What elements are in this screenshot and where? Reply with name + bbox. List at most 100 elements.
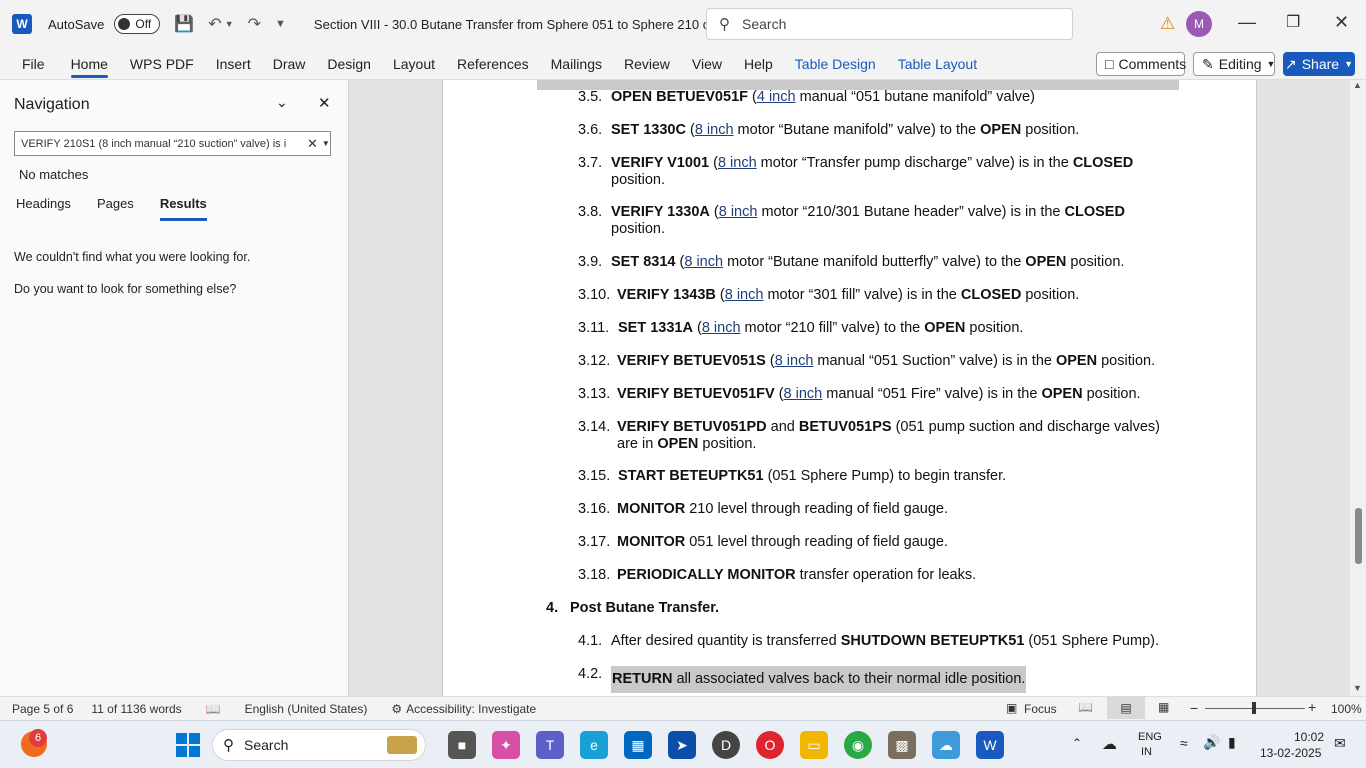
wifi-icon[interactable]: ≈ [1180, 735, 1188, 751]
step-number: 3.13. [578, 386, 611, 402]
step-number: 3.8. [578, 204, 603, 220]
vertical-scrollbar[interactable]: ▲ ▼ [1350, 80, 1366, 696]
warning-icon[interactable]: ⚠ [1160, 14, 1175, 34]
task-view-icon[interactable]: ■ [448, 731, 476, 759]
zoom-level[interactable]: 100% [1331, 702, 1362, 716]
document-title[interactable]: Section VIII - 30.0 Butane Transfer from… [314, 17, 724, 32]
opera-icon[interactable]: O [756, 731, 784, 759]
tab-file[interactable]: File [22, 50, 45, 78]
nav-close-icon[interactable]: ✕ [318, 94, 331, 112]
editing-mode-button[interactable]: ✎ Editing ▼ [1193, 52, 1275, 76]
cloud-app-icon[interactable]: ☁ [932, 731, 960, 759]
file-explorer-icon[interactable]: ▭ [800, 731, 828, 759]
taskbar-search[interactable]: ⚲ Search [212, 729, 426, 761]
tab-layout[interactable]: Layout [393, 50, 435, 78]
nav-tab-pages[interactable]: Pages [97, 196, 134, 217]
avatar[interactable]: M [1186, 11, 1212, 37]
redo-icon[interactable]: ↷ [248, 14, 261, 34]
autosave-toggle[interactable]: Off [114, 14, 161, 34]
notification-bell-icon[interactable]: ✉ [1334, 735, 1346, 752]
undo-dropdown-icon[interactable]: ▼ [225, 19, 234, 29]
focus-icon[interactable]: ▣ [1006, 701, 1017, 715]
tab-insert[interactable]: Insert [216, 50, 251, 78]
step-number: 4.1. [578, 633, 603, 649]
store-icon[interactable]: ▦ [624, 731, 652, 759]
step-number: 3.18. [578, 567, 611, 583]
print-layout-icon[interactable]: ▤ [1107, 697, 1145, 719]
volume-icon[interactable]: 🔊 [1203, 734, 1220, 751]
zoom-out-icon[interactable]: − [1190, 700, 1198, 716]
step-size: 8 inch [774, 353, 814, 369]
tab-help[interactable]: Help [744, 50, 773, 78]
comments-label: Comments [1118, 56, 1187, 72]
nav-options-chevron-icon[interactable]: ⌄ [276, 94, 288, 111]
scroll-down-icon[interactable]: ▼ [1353, 683, 1362, 693]
zoom-slider-thumb[interactable] [1252, 702, 1256, 714]
tab-table-layout[interactable]: Table Layout [898, 50, 977, 78]
clock-date[interactable]: 13-02-2025 [1260, 746, 1321, 760]
comments-button[interactable]: □ Comments [1096, 52, 1187, 76]
input-language-top[interactable]: ENG [1138, 731, 1162, 743]
chrome-icon[interactable]: ◉ [844, 731, 872, 759]
edge-icon[interactable]: e [580, 731, 608, 759]
show-hidden-icons-chevron-icon[interactable]: ⌃ [1072, 736, 1082, 750]
page-count[interactable]: Page 5 of 6 [12, 702, 73, 716]
tab-home[interactable]: Home [70, 50, 109, 78]
copilot-icon[interactable]: ✦ [492, 731, 520, 759]
customize-qat-icon[interactable]: ▼ [275, 18, 286, 30]
step-text: are in [617, 436, 658, 452]
nav-tab-results[interactable]: Results [159, 196, 207, 221]
scroll-up-icon[interactable]: ▲ [1353, 80, 1362, 90]
tab-table-design[interactable]: Table Design [795, 50, 876, 78]
input-language-bottom[interactable]: IN [1141, 746, 1152, 758]
step-text: motor “Transfer pump discharge” valve) i… [756, 155, 1073, 171]
clock-time[interactable]: 10:02 [1294, 730, 1324, 744]
nav-tabs: Headings Pages Results [16, 196, 233, 221]
step-size: 8 inch [718, 204, 758, 220]
step-text: ( [774, 386, 784, 402]
minimize-icon[interactable]: — [1238, 12, 1256, 33]
windows-start-icon[interactable] [176, 733, 200, 757]
save-icon[interactable]: 💾 [174, 14, 194, 34]
comment-icon: □ [1105, 56, 1114, 72]
tab-design[interactable]: Design [327, 50, 371, 78]
step-text: position. [1066, 254, 1125, 270]
scrollbar-thumb[interactable] [1355, 508, 1362, 564]
step-state: OPEN [657, 436, 699, 452]
search-box[interactable]: ⚲ Search [706, 8, 1073, 40]
search-options-chevron-icon[interactable]: ▼ [322, 139, 330, 148]
tab-references[interactable]: References [457, 50, 529, 78]
nav-tab-headings[interactable]: Headings [16, 196, 71, 217]
step-command: VERIFY V1001 [611, 155, 710, 171]
proofing-icon[interactable]: 📖 [206, 702, 221, 716]
word-taskbar-icon[interactable]: W [976, 731, 1004, 759]
tab-draw[interactable]: Draw [273, 50, 306, 78]
tab-mailings[interactable]: Mailings [551, 50, 602, 78]
network-app-icon[interactable]: ☁ [1102, 735, 1117, 753]
tab-review[interactable]: Review [624, 50, 670, 78]
nav-search-input[interactable]: VERIFY 210S1 (8 inch manual “210 suction… [14, 131, 331, 156]
clear-search-icon[interactable]: ✕ [307, 136, 318, 152]
app-icon[interactable]: ▩ [888, 731, 916, 759]
focus-label[interactable]: Focus [1024, 702, 1057, 716]
web-layout-icon[interactable]: ▦ [1158, 700, 1169, 714]
zoom-in-icon[interactable]: + [1308, 699, 1316, 715]
step-number: 3.12. [578, 353, 611, 369]
undo-icon[interactable]: ↶ [208, 14, 221, 34]
tab-wps-pdf[interactable]: WPS PDF [130, 50, 194, 78]
close-icon[interactable]: ✕ [1334, 12, 1349, 33]
step-text: ( [685, 122, 695, 138]
word-count[interactable]: 11 of 1136 words [91, 702, 181, 716]
status-bar: Page 5 of 6 11 of 1136 words 📖 English (… [0, 696, 1366, 720]
tab-view[interactable]: View [692, 50, 722, 78]
battery-icon[interactable]: ▮ [1228, 734, 1236, 751]
share-button[interactable]: ↗ Share ▼ [1283, 52, 1355, 76]
accessibility-status[interactable]: Accessibility: Investigate [406, 702, 536, 716]
language[interactable]: English (United States) [245, 702, 368, 716]
dell-icon[interactable]: D [712, 731, 740, 759]
document-page[interactable]: 3.5. OPEN BETUEV051F (4 inch manual “051… [442, 80, 1257, 696]
restore-icon[interactable]: ❐ [1286, 12, 1300, 32]
send-app-icon[interactable]: ➤ [668, 731, 696, 759]
teams-icon[interactable]: T [536, 731, 564, 759]
read-mode-icon[interactable]: 📖 [1078, 700, 1093, 714]
